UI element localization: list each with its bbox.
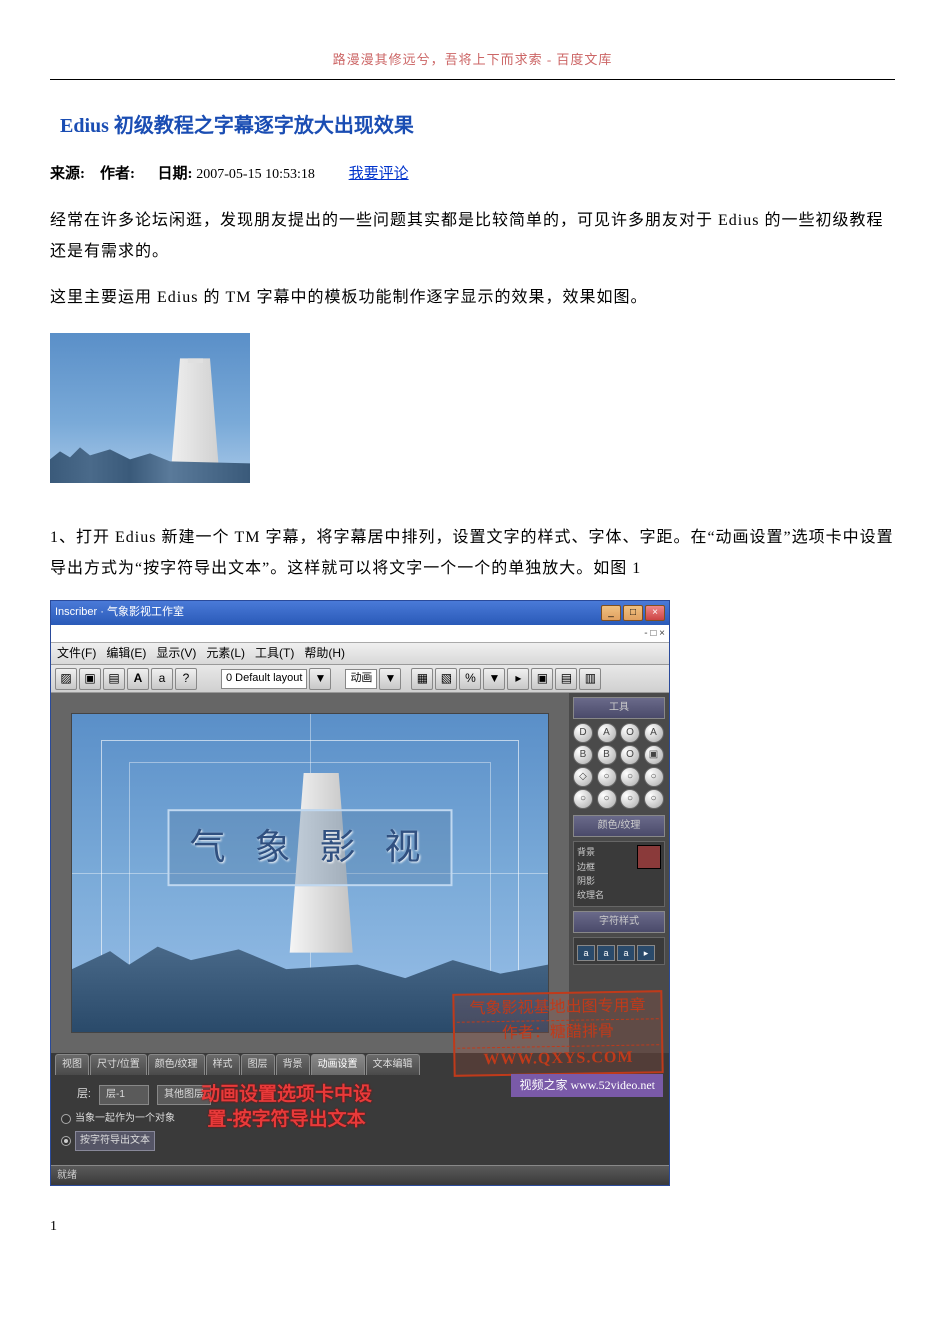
date-value: 2007-05-15 10:53:18	[196, 167, 315, 182]
tool-btn-3[interactable]: A	[644, 723, 664, 743]
tool-text-small-icon[interactable]: a	[151, 668, 173, 690]
menu-bar: 文件(F) 编辑(E) 显示(V) 元素(L) 工具(T) 帮助(H)	[51, 643, 669, 665]
article-title: Edius 初级教程之字幕逐字放大出现效果	[60, 110, 895, 142]
radio-as-object-label: 当象一起作为一个对象	[75, 1111, 175, 1127]
tab-color[interactable]: 颜色/纹理	[148, 1054, 205, 1075]
tool-palette: D A O A B B O ▣ ◇ ○ ○ ○ ○ ○ ○ ○	[573, 723, 665, 809]
tool-btn-13[interactable]: ○	[597, 789, 617, 809]
radio-by-char-label: 按字符导出文本	[75, 1131, 155, 1151]
comment-link[interactable]: 我要评论	[349, 166, 409, 182]
menu-file[interactable]: 文件(F)	[57, 644, 96, 663]
tab-view[interactable]: 视图	[55, 1054, 89, 1075]
tb-icon-8[interactable]: ▥	[579, 668, 601, 690]
tool-new-icon[interactable]: ▨	[55, 668, 77, 690]
status-bar: 就绪	[51, 1165, 669, 1185]
tool-open-icon[interactable]: ▣	[79, 668, 101, 690]
tool-btn-6[interactable]: O	[620, 745, 640, 765]
tool-help-icon[interactable]: ?	[175, 668, 197, 690]
stamp-line-1: 气象影视基地出图专用章	[456, 994, 658, 1023]
preview-canvas[interactable]: 气 象 影 视	[71, 713, 549, 1033]
radio-as-object[interactable]	[61, 1114, 71, 1124]
tb-icon-2[interactable]: ▧	[435, 668, 457, 690]
menu-view[interactable]: 显示(V)	[156, 644, 196, 663]
titlebar: Inscriber · 气象影视工作室 _ □ ×	[51, 601, 669, 625]
tb-icon-7[interactable]: ▤	[555, 668, 577, 690]
stamp-line-2: 作者：糖醋排骨	[457, 1020, 659, 1049]
tool-text-big-icon[interactable]: A	[127, 668, 149, 690]
window-title: Inscriber · 气象影视工作室	[55, 604, 599, 622]
style-preset-1[interactable]: a	[577, 945, 595, 961]
style-section: a a a ▸	[573, 937, 665, 965]
tool-btn-12[interactable]: ○	[573, 789, 593, 809]
author-stamp: 气象影视基地出图专用章 作者：糖醋排骨 WWW.QXYS.COM	[452, 990, 663, 1077]
stamp-line-3: WWW.QXYS.COM	[457, 1045, 659, 1073]
color-section: 背景 边框 阴影 纹理名	[573, 841, 665, 907]
tool-btn-9[interactable]: ○	[597, 767, 617, 787]
tool-btn-5[interactable]: B	[597, 745, 617, 765]
color-swatch[interactable]	[637, 845, 661, 869]
color-row-2[interactable]: 阴影	[577, 874, 661, 888]
menu-tools[interactable]: 工具(T)	[255, 644, 294, 663]
color-panel-title: 颜色/纹理	[573, 815, 665, 837]
author-label: 作者:	[100, 166, 135, 182]
menu-element[interactable]: 元素(L)	[206, 644, 245, 663]
tab-style[interactable]: 样式	[206, 1054, 240, 1075]
tool-btn-14[interactable]: ○	[620, 789, 640, 809]
tb-icon-6[interactable]: ▣	[531, 668, 553, 690]
preview-image	[50, 333, 250, 483]
maximize-button[interactable]: □	[623, 605, 643, 621]
layout-dropdown-icon[interactable]: ▼	[309, 668, 331, 690]
tab-bg[interactable]: 背景	[276, 1054, 310, 1075]
style-panel-title: 字符样式	[573, 911, 665, 933]
tool-btn-10[interactable]: ○	[620, 767, 640, 787]
anim-select[interactable]: 动画	[345, 669, 377, 689]
tb-icon-4[interactable]: ▼	[483, 668, 505, 690]
tab-size[interactable]: 尺寸/位置	[90, 1054, 147, 1075]
style-preset-3[interactable]: a	[617, 945, 635, 961]
menu-edit[interactable]: 编辑(E)	[106, 644, 146, 663]
page-header-motto: 路漫漫其修远兮，吾将上下而求索 - 百度文库	[50, 50, 895, 80]
tab-layer[interactable]: 图层	[241, 1054, 275, 1075]
minimize-button[interactable]: _	[601, 605, 621, 621]
tool-btn-11[interactable]: ○	[644, 767, 664, 787]
tool-btn-0[interactable]: D	[573, 723, 593, 743]
tool-btn-15[interactable]: ○	[644, 789, 664, 809]
tool-btn-8[interactable]: ◇	[573, 767, 593, 787]
tb-icon-1[interactable]: ▦	[411, 668, 433, 690]
tool-save-icon[interactable]: ▤	[103, 668, 125, 690]
style-preset-4[interactable]: ▸	[637, 945, 655, 961]
radio-by-char[interactable]	[61, 1136, 71, 1146]
layer-select[interactable]: 层-1	[99, 1085, 149, 1105]
tab-textedit[interactable]: 文本编辑	[366, 1054, 420, 1075]
anim-dropdown-icon[interactable]: ▼	[379, 668, 401, 690]
close-button[interactable]: ×	[645, 605, 665, 621]
menu-help[interactable]: 帮助(H)	[304, 644, 345, 663]
source-label: 来源:	[50, 166, 85, 182]
color-row-3[interactable]: 纹理名	[577, 888, 661, 902]
layer-label: 层:	[61, 1086, 91, 1104]
style-preset-2[interactable]: a	[597, 945, 615, 961]
title-text-element[interactable]: 气 象 影 视	[167, 809, 452, 887]
paragraph-1: 经常在许多论坛闲逛，发现朋友提出的一些问题其实都是比较简单的，可见许多朋友对于 …	[50, 206, 895, 267]
tool-btn-4[interactable]: B	[573, 745, 593, 765]
paragraph-2: 这里主要运用 Edius 的 TM 字幕中的模板功能制作逐字显示的效果，效果如图…	[50, 283, 895, 313]
watermark: 视频之家 www.52video.net	[511, 1074, 663, 1097]
layout-select[interactable]: 0 Default layout	[221, 669, 307, 689]
tb-icon-5[interactable]: ▸	[507, 668, 529, 690]
page-number: 1	[50, 1216, 895, 1238]
tool-btn-2[interactable]: O	[620, 723, 640, 743]
tools-panel-title: 工具	[573, 697, 665, 719]
tool-btn-1[interactable]: A	[597, 723, 617, 743]
paragraph-3: 1、打开 Edius 新建一个 TM 字幕，将字幕居中排列，设置文字的样式、字体…	[50, 523, 895, 584]
toolbar: ▨ ▣ ▤ A a ? 0 Default layout ▼ 动画 ▼ ▦ ▧ …	[51, 665, 669, 693]
sub-titlebar: - □ ×	[51, 625, 669, 643]
article-meta: 来源: 作者: 日期: 2007-05-15 10:53:18 我要评论	[50, 162, 895, 186]
tab-anim[interactable]: 动画设置	[311, 1054, 365, 1075]
date-label: 日期:	[158, 166, 193, 182]
annotation-overlay: 动画设置选项卡中设 置-按字符导出文本	[201, 1083, 372, 1132]
tool-btn-7[interactable]: ▣	[644, 745, 664, 765]
tb-icon-3[interactable]: %	[459, 668, 481, 690]
app-window: Inscriber · 气象影视工作室 _ □ × - □ × 文件(F) 编辑…	[50, 600, 670, 1186]
sub-window-controls[interactable]: - □ ×	[644, 626, 665, 642]
